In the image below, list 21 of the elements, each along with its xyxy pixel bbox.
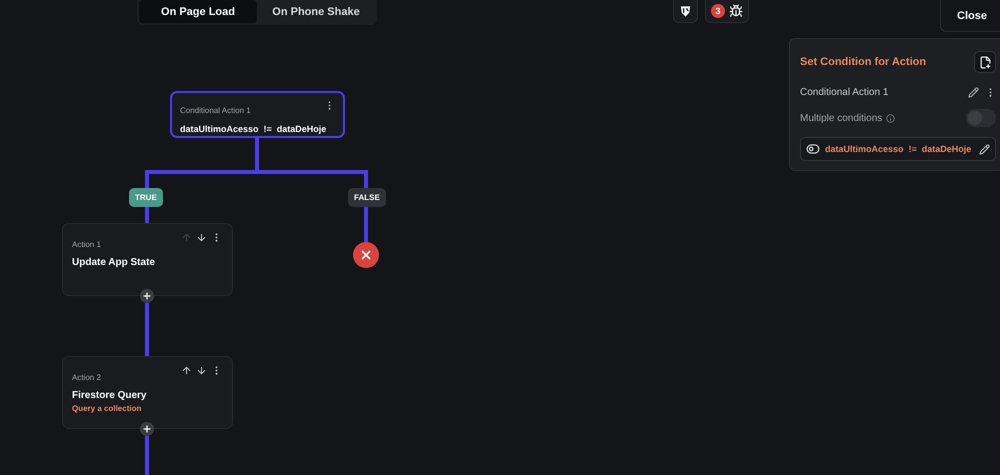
close-button[interactable]: Close bbox=[940, 0, 1000, 32]
condition-chip[interactable]: dataUltimoAcesso != dataDeHoje bbox=[800, 137, 996, 161]
branch-label: TRUE bbox=[129, 188, 163, 207]
trigger-tab[interactable]: On Phone Shake bbox=[257, 0, 375, 23]
action-label: Action 1 bbox=[72, 240, 101, 249]
panel-title: Set Condition for Action bbox=[800, 56, 926, 68]
action-title: Update App State bbox=[72, 257, 156, 268]
condition-text: dataUltimoAcesso != dataDeHoje bbox=[180, 124, 328, 134]
conditional-node[interactable]: Conditional Action 1 dataUltimoAcesso != dataDeHoje bbox=[170, 91, 345, 138]
action-label: Action 2 bbox=[72, 373, 101, 382]
multiple-conditions-label: Multiple conditions bbox=[800, 112, 882, 124]
error-count: 3 bbox=[711, 4, 725, 18]
node-label: Conditional Action 1 bbox=[180, 106, 251, 115]
action-card[interactable]: Action 1 Update App State bbox=[62, 223, 233, 296]
action-name: Conditional Action 1 bbox=[800, 86, 888, 98]
branch-label: FALSE bbox=[348, 188, 386, 207]
bug-button[interactable]: 3 bbox=[705, 0, 749, 23]
action-subtitle: Query a collection bbox=[72, 404, 142, 413]
action-card[interactable]: Action 2 Firestore Query Query a collection bbox=[62, 356, 233, 429]
action-title: Firestore Query bbox=[72, 390, 148, 401]
trigger-tab[interactable]: On Page Load bbox=[139, 0, 257, 23]
